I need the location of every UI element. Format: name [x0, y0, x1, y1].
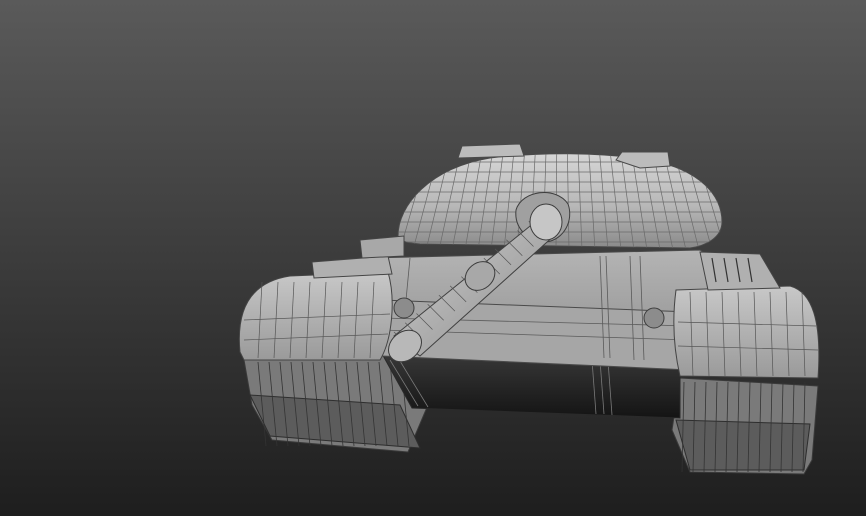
headlight-right	[643, 307, 665, 329]
right-track	[671, 377, 819, 475]
3d-viewport[interactable]	[0, 0, 866, 516]
headlight-left	[393, 297, 415, 319]
left-stowage-box-rear	[359, 235, 405, 259]
barrel-base-collar	[529, 203, 563, 241]
commander-cupola	[457, 143, 525, 159]
viewport-canvas[interactable]	[0, 0, 866, 516]
